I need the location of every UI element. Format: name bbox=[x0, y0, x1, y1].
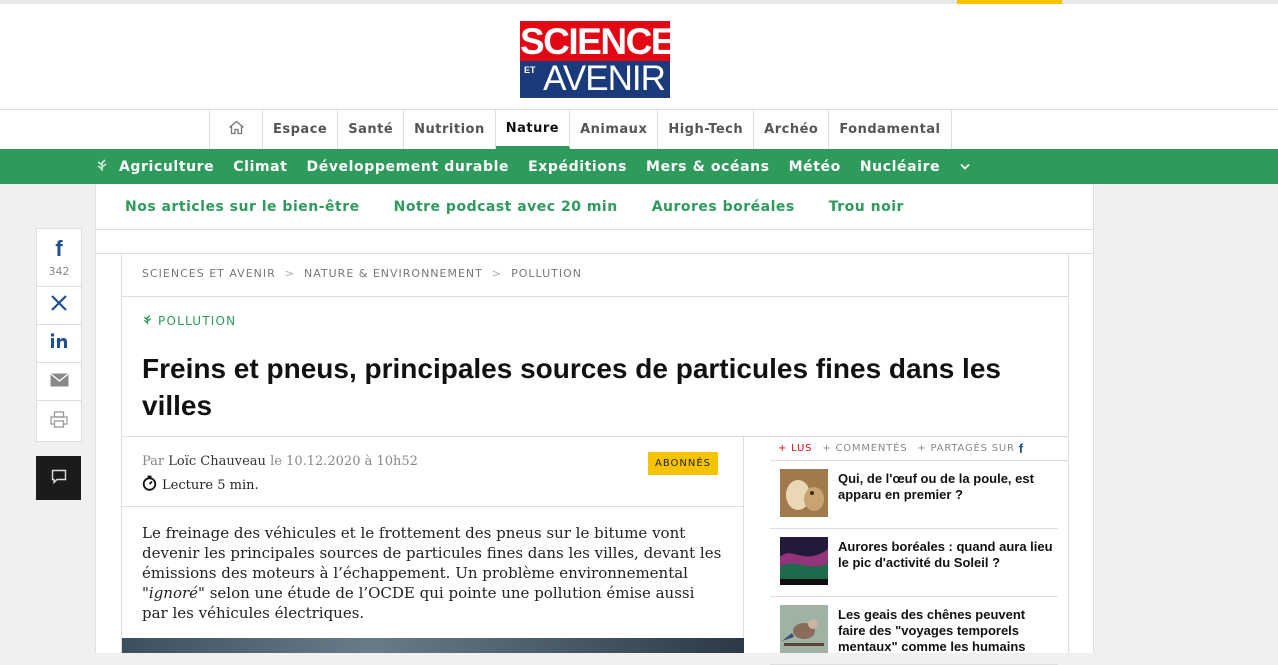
stopwatch-icon bbox=[142, 475, 162, 495]
byline: Par Loïc Chauveau le 10.12.2020 à 10h52 bbox=[142, 454, 418, 469]
divider bbox=[122, 296, 1068, 297]
facebook-icon: f bbox=[1018, 441, 1024, 456]
print-button[interactable] bbox=[37, 401, 81, 441]
facebook-share-count: 342 bbox=[48, 265, 70, 278]
list-item[interactable]: Aurores boréales : quand aura lieu le pi… bbox=[770, 529, 1058, 597]
byline-prefix: Par bbox=[142, 454, 165, 469]
trending-bar: Nos articles sur le bien-être Notre podc… bbox=[95, 184, 1094, 230]
thumbnail-egg-chick bbox=[780, 469, 828, 517]
leaf-icon bbox=[95, 158, 109, 176]
subnav-item-agriculture[interactable]: Agriculture bbox=[119, 159, 214, 175]
home-icon bbox=[228, 120, 245, 139]
nav-item-animaux[interactable]: Animaux bbox=[570, 110, 659, 149]
category-text: POLLUTION bbox=[158, 314, 237, 328]
subnav-item-mers-oceans[interactable]: Mers & océans bbox=[646, 159, 770, 175]
page-title: Freins et pneus, principales sources de … bbox=[142, 353, 1001, 421]
breadcrumb-item-nature[interactable]: NATURE & ENVIRONNEMENT bbox=[304, 267, 483, 280]
linkedin-icon bbox=[50, 333, 68, 354]
breadcrumb-separator: > bbox=[284, 267, 295, 280]
site-header: SCIENCES ET AVENIR bbox=[0, 0, 1278, 110]
share-facebook-button[interactable]: f 342 bbox=[37, 229, 81, 287]
thumbnail-jay-bird bbox=[780, 605, 828, 653]
article-hero-image[interactable] bbox=[122, 638, 744, 653]
nav-item-espace[interactable]: Espace bbox=[263, 110, 339, 149]
comments-button[interactable] bbox=[36, 456, 81, 500]
lede-text-end: selon une étude de l’OCDE qui pointe une… bbox=[142, 584, 695, 622]
nav-item-archeo[interactable]: Archéo bbox=[754, 110, 830, 149]
article-card: SCIENCES ET AVENIR > NATURE & ENVIRONNEMEN… bbox=[121, 254, 1069, 665]
publish-date: le 10.12.2020 à 10h52 bbox=[270, 454, 418, 469]
thumbnail-aurora bbox=[780, 537, 828, 585]
article-link-title[interactable]: Les geais des chênes peuvent faire des "… bbox=[838, 607, 1056, 655]
printer-icon bbox=[50, 410, 68, 432]
logo-line1: SCIENCES bbox=[520, 21, 699, 62]
lede-text-start: Le freinage des véhicules et le frotteme… bbox=[142, 524, 722, 582]
share-x-button[interactable] bbox=[37, 287, 81, 325]
subnav-item-nucleaire[interactable]: Nucléaire bbox=[860, 159, 940, 175]
reading-time-text: Lecture 5 min. bbox=[162, 477, 259, 493]
nav-item-nutrition[interactable]: Nutrition bbox=[404, 110, 496, 149]
header-accent-bar bbox=[957, 0, 1062, 4]
breadcrumb-separator: > bbox=[491, 267, 503, 280]
breadcrumb-item-pollution[interactable]: POLLUTION bbox=[511, 267, 582, 280]
nav-item-fondamental[interactable]: Fondamental bbox=[829, 110, 952, 149]
facebook-icon: f bbox=[55, 236, 63, 261]
sidebar-tabs: + LUS + COMMENTÉS + PARTAGÉS SUR f bbox=[770, 437, 1068, 461]
leaf-icon bbox=[142, 314, 158, 328]
chevron-down-icon[interactable] bbox=[959, 159, 971, 175]
share-bar: f 342 bbox=[36, 228, 82, 442]
most-read-sidebar: + LUS + COMMENTÉS + PARTAGÉS SUR f Qui, … bbox=[770, 437, 1068, 665]
article-lede: Le freinage des véhicules et le frotteme… bbox=[122, 507, 744, 638]
logo-line2: AVENIR bbox=[543, 59, 666, 98]
envelope-icon bbox=[50, 372, 69, 391]
trending-link-aurores[interactable]: Aurores boréales bbox=[652, 199, 795, 215]
list-item[interactable]: Les geais des chênes peuvent faire des "… bbox=[770, 597, 1058, 665]
subnav-item-climat[interactable]: Climat bbox=[233, 159, 287, 175]
logo-et: ET bbox=[524, 65, 536, 75]
tab-most-shared[interactable]: + PARTAGÉS SUR bbox=[917, 443, 1014, 454]
trending-link-podcast[interactable]: Notre podcast avec 20 min bbox=[394, 199, 618, 215]
nav-item-sante[interactable]: Santé bbox=[338, 110, 405, 149]
lede-quote: "ignoré" bbox=[142, 584, 205, 602]
subscriber-badge: ABONNÉS bbox=[648, 452, 719, 475]
lede-text: Le freinage des véhicules et le frotteme… bbox=[142, 523, 722, 623]
trending-link-trou-noir[interactable]: Trou noir bbox=[829, 199, 904, 215]
sub-nav: Agriculture Climat Développement durable… bbox=[0, 149, 1278, 184]
share-email-button[interactable] bbox=[37, 363, 81, 401]
category-label[interactable]: POLLUTION bbox=[142, 314, 236, 328]
share-linkedin-button[interactable] bbox=[37, 325, 81, 363]
reading-time: Lecture 5 min. bbox=[142, 475, 259, 495]
tab-most-read[interactable]: + LUS bbox=[778, 443, 812, 454]
author-name[interactable]: Loïc Chauveau bbox=[168, 454, 266, 469]
article-link-title[interactable]: Aurores boréales : quand aura lieu le pi… bbox=[838, 539, 1056, 571]
article-meta: Par Loïc Chauveau le 10.12.2020 à 10h52 … bbox=[122, 437, 744, 507]
article-link-title[interactable]: Qui, de l'œuf ou de la poule, est apparu… bbox=[838, 471, 1056, 503]
breadcrumb-item-home[interactable]: SCIENCES ET AVENIR bbox=[142, 267, 276, 280]
trending-link-bien-etre[interactable]: Nos articles sur le bien-être bbox=[125, 199, 360, 215]
site-logo[interactable]: SCIENCES ET AVENIR bbox=[520, 21, 699, 98]
breadcrumb: SCIENCES ET AVENIR > NATURE & ENVIRONNEMEN… bbox=[142, 267, 582, 280]
tab-most-commented[interactable]: + COMMENTÉS bbox=[822, 443, 907, 454]
comment-icon bbox=[51, 469, 67, 488]
subnav-item-expeditions[interactable]: Expéditions bbox=[528, 159, 627, 175]
list-item[interactable]: Qui, de l'œuf ou de la poule, est apparu… bbox=[770, 461, 1058, 529]
nav-home[interactable] bbox=[210, 110, 263, 149]
nav-item-high-tech[interactable]: High-Tech bbox=[658, 110, 755, 149]
nav-item-nature[interactable]: Nature bbox=[495, 110, 571, 149]
ad-strip bbox=[95, 230, 1094, 254]
subnav-item-developpement-durable[interactable]: Développement durable bbox=[307, 159, 510, 175]
main-nav: Espace Santé Nutrition Nature Animaux Hi… bbox=[0, 109, 1278, 149]
subnav-item-meteo[interactable]: Météo bbox=[789, 159, 841, 175]
x-icon bbox=[50, 294, 68, 318]
